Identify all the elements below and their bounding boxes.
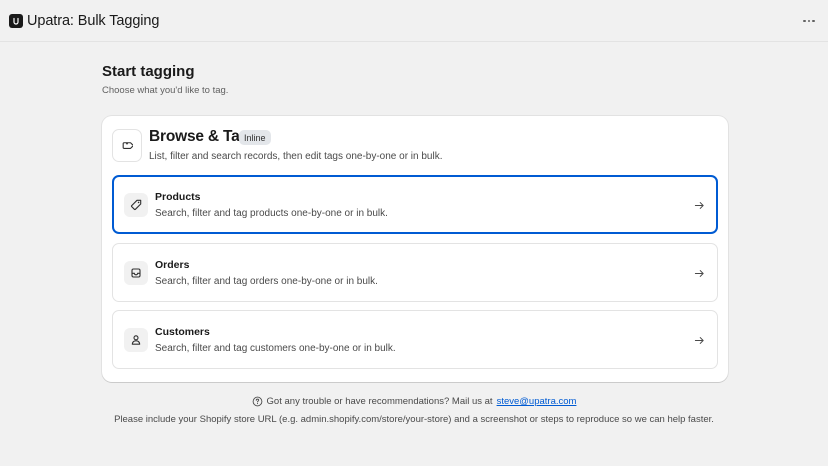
option-description: Search, filter and tag orders one-by-one… bbox=[155, 276, 378, 287]
option-description: Search, filter and tag customers one-by-… bbox=[155, 343, 396, 354]
upatra-logo-icon bbox=[9, 13, 23, 28]
option-title: Orders bbox=[155, 259, 190, 271]
browse-tag-card: Browse & Tag Inline List, filter and sea… bbox=[102, 116, 728, 382]
option-description: Search, filter and tag products one-by-o… bbox=[155, 208, 388, 219]
ellipsis-icon bbox=[803, 19, 806, 23]
arrow-right-icon bbox=[694, 270, 704, 277]
help-note: Please include your Shopify store URL (e… bbox=[114, 414, 714, 425]
app-header: Upatra: Bulk Tagging bbox=[0, 0, 828, 42]
page-subtitle: Choose what you'd like to tag. bbox=[102, 85, 229, 96]
page-title: Start tagging bbox=[102, 63, 195, 80]
card-title: Browse & Tag bbox=[149, 128, 249, 145]
more-actions-button[interactable] bbox=[798, 12, 820, 30]
inline-badge: Inline bbox=[239, 130, 271, 145]
support-email-link[interactable]: steve@upatra.com bbox=[497, 396, 577, 407]
help-text: Got any trouble or have recommendations?… bbox=[266, 396, 493, 407]
question-circle-icon bbox=[252, 396, 262, 407]
arrow-right-icon bbox=[694, 337, 704, 344]
card-description: List, filter and search records, then ed… bbox=[149, 151, 443, 162]
inbox-icon bbox=[124, 261, 148, 285]
help-line: Got any trouble or have recommendations?… bbox=[0, 396, 828, 407]
app-title: Upatra: Bulk Tagging bbox=[27, 12, 160, 29]
option-orders[interactable]: Orders Search, filter and tag orders one… bbox=[112, 243, 718, 302]
tag-icon bbox=[124, 193, 148, 217]
option-title: Products bbox=[155, 191, 201, 203]
option-title: Customers bbox=[155, 326, 210, 338]
tag-icon bbox=[112, 129, 142, 162]
option-products[interactable]: Products Search, filter and tag products… bbox=[112, 175, 718, 234]
person-icon bbox=[124, 328, 148, 352]
arrow-right-icon bbox=[694, 202, 704, 209]
option-customers[interactable]: Customers Search, filter and tag custome… bbox=[112, 310, 718, 369]
